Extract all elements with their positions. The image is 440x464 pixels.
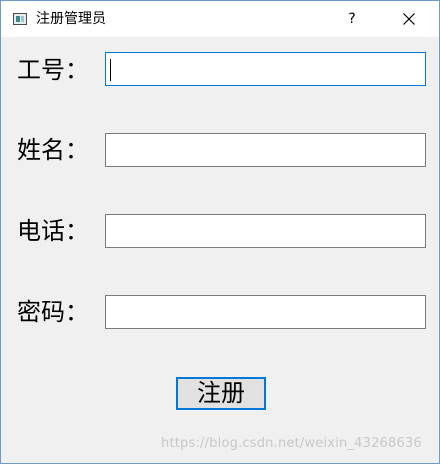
title-bar[interactable]: 注册管理员 ? <box>1 1 439 37</box>
app-icon <box>13 13 27 25</box>
register-button[interactable]: 注册 <box>176 377 266 410</box>
phone-label: 电话： <box>17 217 89 245</box>
close-icon <box>403 13 415 25</box>
password-label: 密码： <box>17 298 89 326</box>
help-button[interactable]: ? <box>335 5 369 33</box>
employee-id-label: 工号： <box>17 56 89 84</box>
register-admin-dialog: 注册管理员 ? 工号： 姓名： 电话： 密码： 注册 https://blog.… <box>0 0 440 464</box>
text-caret <box>110 59 111 81</box>
watermark-text: https://blog.csdn.net/weixin_43268636 <box>161 436 422 451</box>
name-label: 姓名： <box>17 136 89 164</box>
window-title: 注册管理员 <box>36 11 106 27</box>
employee-id-input[interactable] <box>105 52 426 86</box>
name-input[interactable] <box>105 133 426 167</box>
phone-input[interactable] <box>105 214 426 248</box>
close-button[interactable] <box>387 5 431 33</box>
password-input[interactable] <box>105 295 426 329</box>
